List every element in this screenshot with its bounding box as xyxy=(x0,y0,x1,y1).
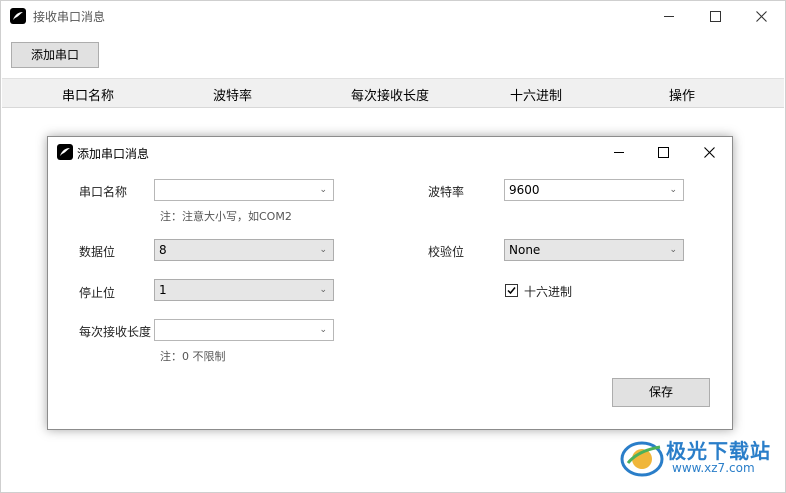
dialog-minimize-button[interactable] xyxy=(596,137,642,167)
data-bits-label: 数据位 xyxy=(79,245,116,259)
hex-label: 十六进制 xyxy=(524,285,573,299)
parity-select[interactable]: None ⌄ xyxy=(504,239,684,261)
port-table-header: 串口名称 波特率 每次接收长度 十六进制 操作 xyxy=(2,78,784,108)
stop-bits-label: 停止位 xyxy=(79,286,116,300)
data-bits-select[interactable]: 8 ⌄ xyxy=(154,239,334,261)
dialog-title: 添加串口消息 xyxy=(77,147,150,161)
add-port-button[interactable]: 添加串口 xyxy=(11,42,99,68)
add-port-dialog: 添加串口消息 串口名称 ⌄ 注：注意大小写，如COM2 波特率 9600 ⌄ 数… xyxy=(47,136,733,430)
chevron-down-icon: ⌄ xyxy=(319,325,327,335)
baud-rate-label: 波特率 xyxy=(428,185,465,199)
column-port-name: 串口名称 xyxy=(62,89,115,104)
main-titlebar: 接收串口消息 xyxy=(1,1,785,31)
column-hex: 十六进制 xyxy=(510,89,563,104)
dialog-maximize-button[interactable] xyxy=(640,137,686,167)
save-button[interactable]: 保存 xyxy=(612,378,710,407)
checkmark-icon xyxy=(507,287,516,295)
maximize-icon xyxy=(709,10,721,22)
column-baud-rate: 波特率 xyxy=(213,89,253,104)
watermark: 极光下载站 www.xz7.com xyxy=(618,433,778,483)
chevron-down-icon: ⌄ xyxy=(669,185,677,195)
stop-bits-select[interactable]: 1 ⌄ xyxy=(154,279,334,301)
maximize-button[interactable] xyxy=(692,1,738,31)
column-actions: 操作 xyxy=(669,89,696,104)
chevron-down-icon: ⌄ xyxy=(669,245,677,255)
close-icon xyxy=(755,10,767,22)
feather-icon xyxy=(57,144,73,160)
parity-value: None xyxy=(509,243,541,257)
hex-checkbox[interactable] xyxy=(505,284,518,297)
window-title: 接收串口消息 xyxy=(33,10,106,24)
port-name-label: 串口名称 xyxy=(79,185,128,199)
watermark-name: 极光下载站 xyxy=(666,439,771,463)
baud-rate-select[interactable]: 9600 ⌄ xyxy=(504,179,684,201)
data-bits-value: 8 xyxy=(159,243,167,257)
close-button[interactable] xyxy=(738,1,784,31)
watermark-logo-icon xyxy=(620,441,664,477)
baud-rate-value: 9600 xyxy=(509,183,540,197)
chevron-down-icon: ⌄ xyxy=(319,285,327,295)
receive-length-note: 注：0 不限制 xyxy=(160,350,226,363)
minimize-icon xyxy=(614,151,624,153)
minimize-icon xyxy=(664,15,674,17)
minimize-button[interactable] xyxy=(646,1,692,31)
dialog-close-button[interactable] xyxy=(686,137,732,167)
stop-bits-value: 1 xyxy=(159,283,167,297)
feather-icon xyxy=(10,8,26,24)
port-name-select[interactable]: ⌄ xyxy=(154,179,334,201)
chevron-down-icon: ⌄ xyxy=(319,245,327,255)
watermark-url: www.xz7.com xyxy=(672,461,755,475)
column-receive-length: 每次接收长度 xyxy=(351,89,430,104)
receive-length-select[interactable]: ⌄ xyxy=(154,319,334,341)
chevron-down-icon: ⌄ xyxy=(319,185,327,195)
maximize-icon xyxy=(657,146,669,158)
receive-length-label: 每次接收长度 xyxy=(79,325,152,339)
close-icon xyxy=(703,146,715,158)
port-name-note: 注：注意大小写，如COM2 xyxy=(160,210,292,223)
parity-label: 校验位 xyxy=(428,245,465,259)
